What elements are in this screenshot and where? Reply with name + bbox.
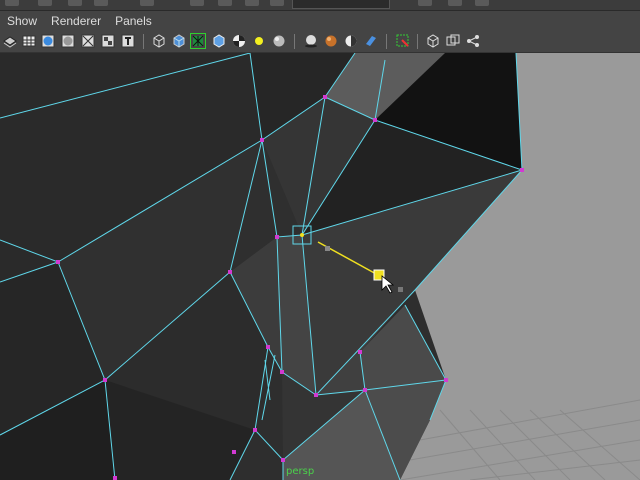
shaded-cube-icon[interactable] [171, 33, 187, 49]
paint-tool-button[interactable] [94, 0, 108, 6]
checker-icon[interactable] [231, 33, 247, 49]
menu-show[interactable]: Show [0, 11, 44, 31]
menu-renderer[interactable]: Renderer [44, 11, 108, 31]
snap-curve-button[interactable] [190, 0, 204, 6]
select-frame-icon[interactable] [395, 33, 411, 49]
isolate-cube-icon[interactable] [425, 33, 441, 49]
toolbar-separator [143, 34, 144, 49]
toolbar-separator [386, 34, 387, 49]
render-settings-button[interactable] [475, 0, 489, 6]
snap-grid-button[interactable] [140, 0, 154, 6]
history-button[interactable] [270, 0, 284, 6]
toolbar-separator [417, 34, 418, 49]
wire-cube-icon[interactable] [151, 33, 167, 49]
viewport-scene [0, 53, 640, 480]
orange-sphere-icon[interactable] [323, 33, 339, 49]
toolbar-separator [294, 34, 295, 49]
panel-toolbar [0, 31, 640, 53]
menu-panels[interactable]: Panels [108, 11, 159, 31]
wireframe-icon[interactable] [21, 33, 37, 49]
gray-sphere-icon[interactable] [271, 33, 287, 49]
snap-point-button[interactable] [218, 0, 232, 6]
input-field[interactable] [292, 0, 390, 9]
panel-menu-bar: Show Renderer Panels [0, 11, 640, 31]
blue-shape-icon[interactable] [363, 33, 379, 49]
bounding-box-icon[interactable] [80, 33, 96, 49]
lasso-tool-button[interactable] [68, 0, 82, 6]
wireframe-on-shaded-icon[interactable] [190, 33, 206, 49]
status-button[interactable] [5, 0, 19, 6]
smooth-shade-icon[interactable] [40, 33, 56, 49]
flat-shade-icon[interactable] [60, 33, 76, 49]
grid-cube-icon[interactable] [445, 33, 461, 49]
text-icon[interactable] [120, 33, 136, 49]
snap-view-button[interactable] [245, 0, 259, 6]
cube-outline-icon[interactable] [211, 33, 227, 49]
top-toolbar-strip [0, 0, 640, 11]
select-tool-button[interactable] [38, 0, 52, 6]
shadow-sphere-icon[interactable] [303, 33, 319, 49]
node-graph-icon[interactable] [465, 33, 481, 49]
camera-label: persp [286, 466, 315, 477]
texture-icon[interactable] [100, 33, 116, 49]
half-sphere-icon[interactable] [343, 33, 359, 49]
light-bulb-icon[interactable] [251, 33, 267, 49]
perspective-viewport[interactable] [0, 53, 640, 480]
layers-icon[interactable] [2, 33, 18, 49]
render-button[interactable] [418, 0, 432, 6]
ipr-button[interactable] [448, 0, 462, 6]
